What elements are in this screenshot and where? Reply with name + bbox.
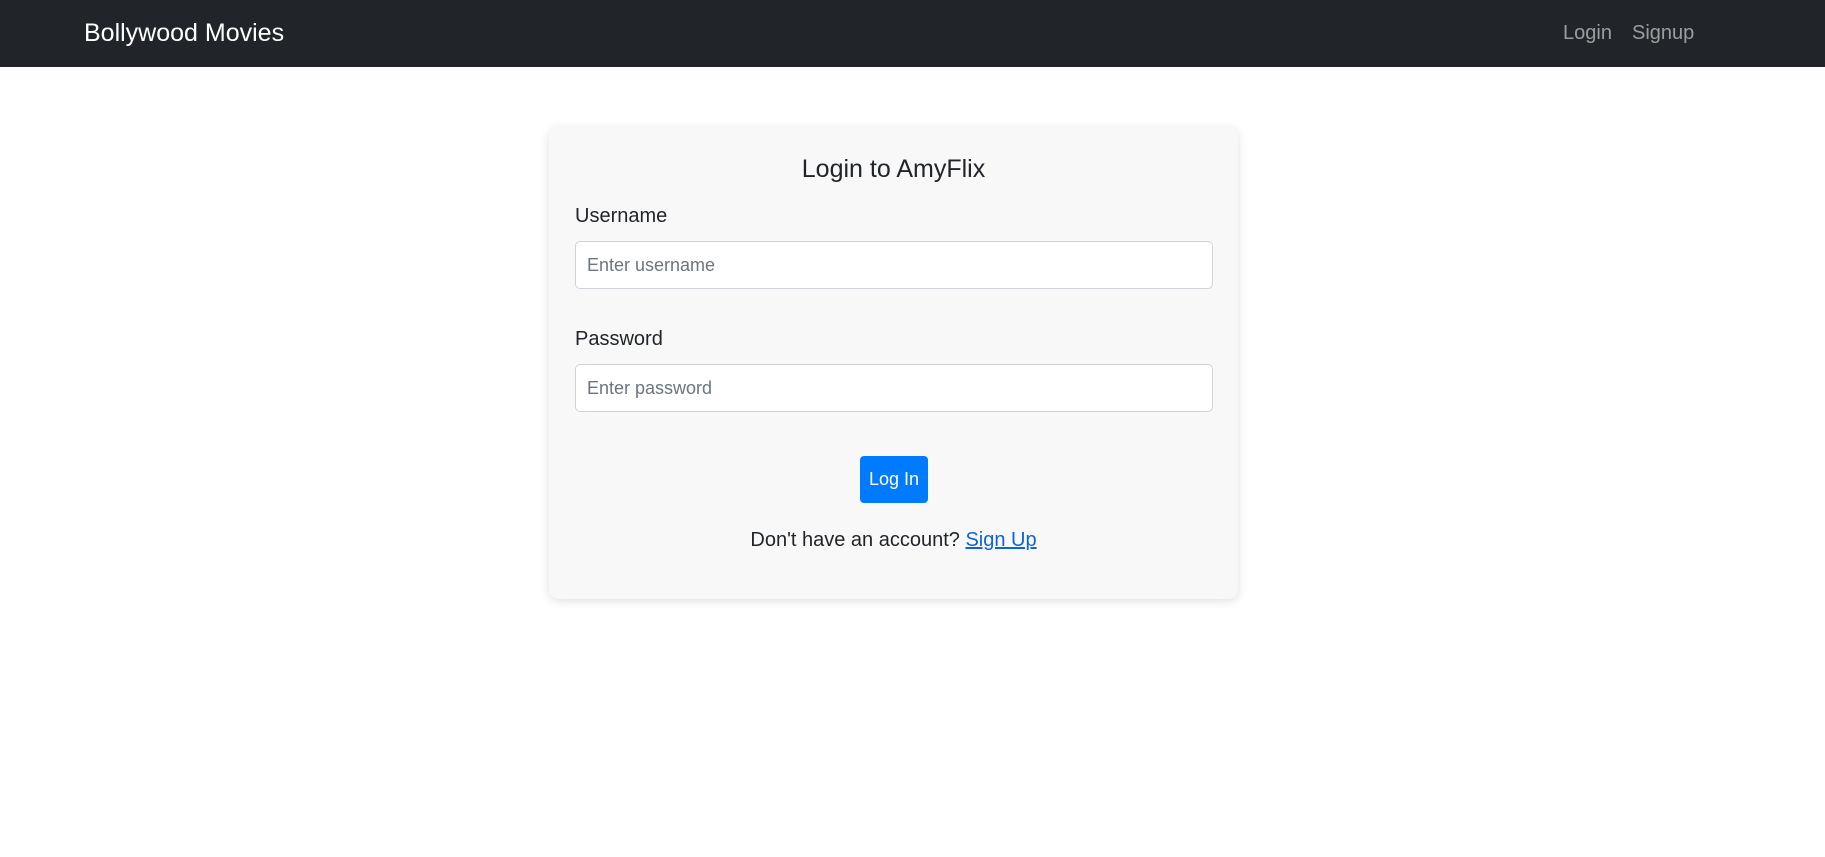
password-input[interactable] bbox=[575, 364, 1213, 412]
top-navbar: Bollywood Movies Login Signup bbox=[0, 0, 1825, 67]
login-card: Login to AmyFlix Username Password Log I… bbox=[549, 127, 1238, 599]
username-label: Username bbox=[575, 205, 668, 227]
login-title: Login to AmyFlix bbox=[801, 155, 986, 183]
signup-link[interactable]: Sign Up bbox=[965, 529, 1036, 551]
nav-signup-link[interactable]: Signup bbox=[1632, 18, 1694, 48]
brand-link[interactable]: Bollywood Movies bbox=[84, 16, 284, 50]
username-input[interactable] bbox=[575, 241, 1213, 289]
signup-prompt-line: Don't have an account? Sign Up bbox=[549, 525, 1238, 555]
login-button[interactable]: Log In bbox=[860, 456, 928, 503]
password-label: Password bbox=[575, 328, 663, 350]
signup-prompt-text: Don't have an account? bbox=[750, 529, 960, 551]
nav-login-link[interactable]: Login bbox=[1563, 18, 1612, 48]
